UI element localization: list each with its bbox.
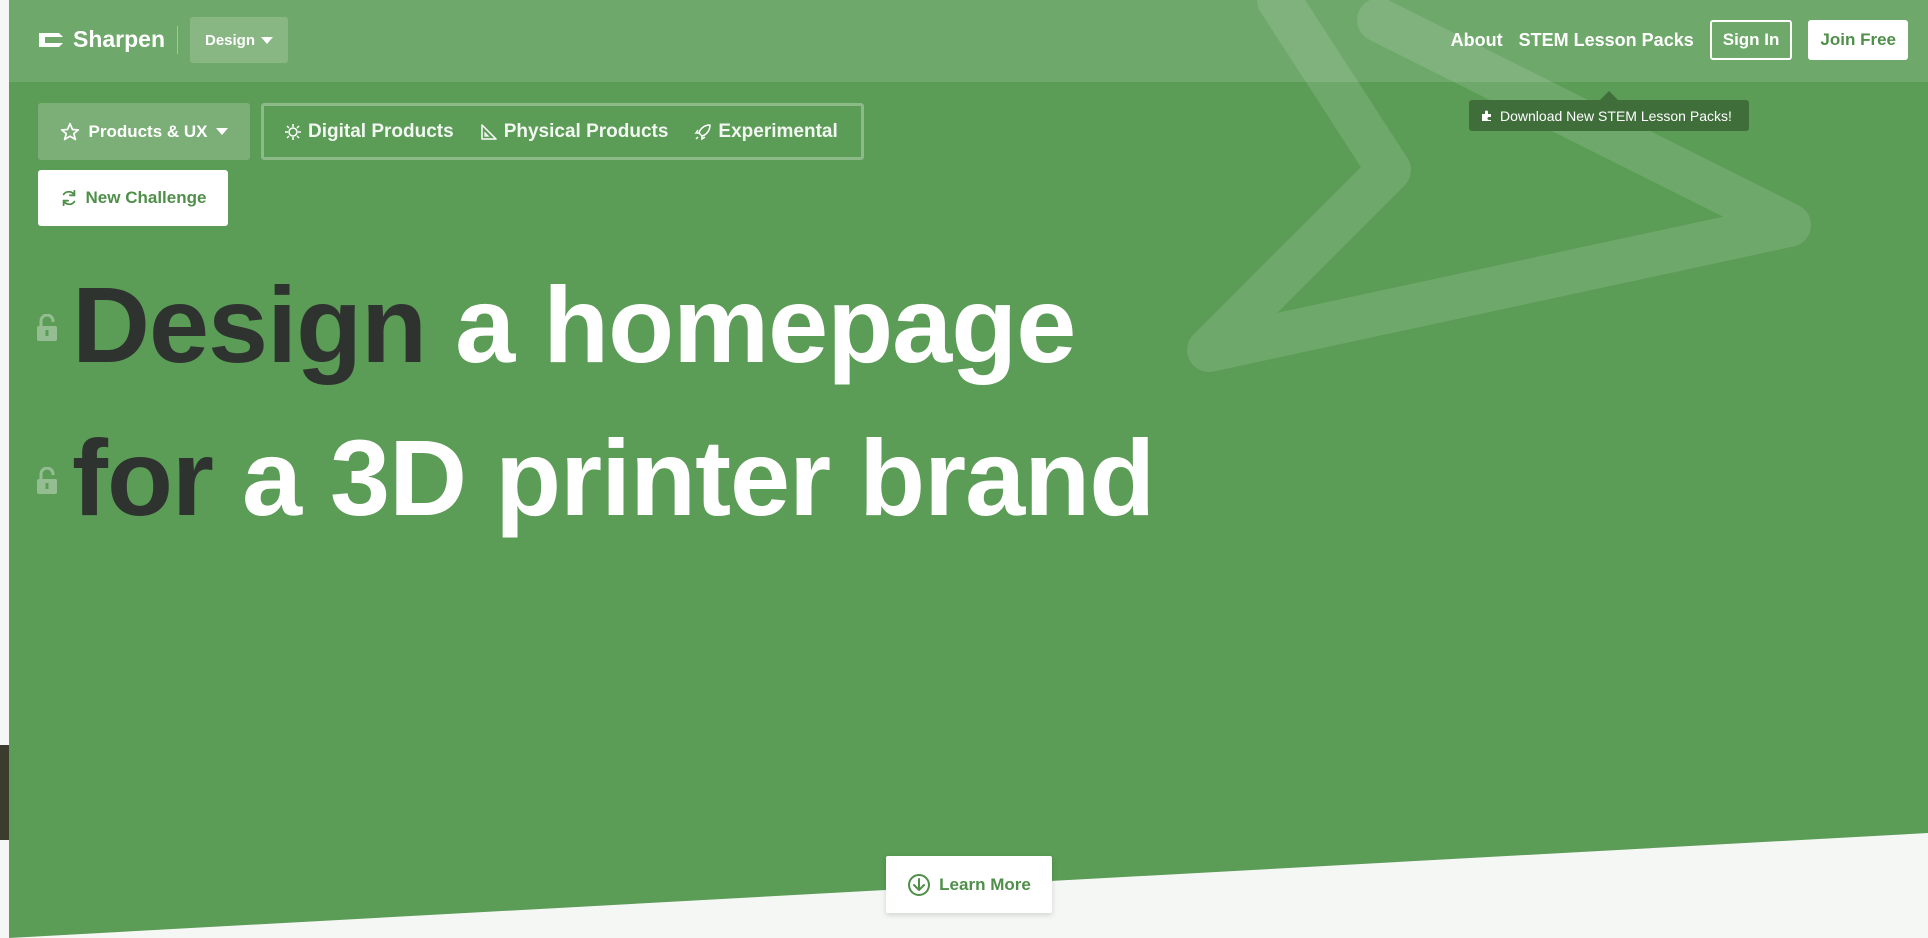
star-icon xyxy=(61,122,80,140)
join-free-button[interactable]: Join Free xyxy=(1808,20,1908,60)
unlock-icon[interactable] xyxy=(36,466,58,495)
tooltip-text: Download New STEM Lesson Packs! xyxy=(1500,107,1732,124)
puzzle-icon xyxy=(1482,110,1491,121)
ruler-triangle-icon xyxy=(480,123,497,140)
products-ux-label: Products & UX xyxy=(88,121,208,141)
brand-logo[interactable]: Sharpen xyxy=(37,26,165,53)
tab-experimental[interactable]: Experimental xyxy=(694,120,838,143)
window-edge-shadow xyxy=(0,745,9,840)
header-nav: About STEM Lesson Packs Sign In Join Fre… xyxy=(1451,20,1908,60)
caret-down-icon xyxy=(215,128,228,135)
subcategory-tabs: Digital Products Physical Products Exper… xyxy=(261,103,864,160)
design-dropdown-label: Design xyxy=(204,31,255,49)
bug-icon xyxy=(285,123,301,140)
tab-physical-products[interactable]: Physical Products xyxy=(480,120,669,143)
refresh-icon xyxy=(62,189,75,207)
window-edge-strip xyxy=(0,0,9,938)
headline-line-1: Design a homepage xyxy=(36,262,1076,387)
headline-connector-word: for xyxy=(72,417,214,538)
learn-more-button[interactable]: Learn More xyxy=(886,856,1052,913)
nav-about-link[interactable]: About xyxy=(1451,30,1503,51)
arrow-down-circle-icon xyxy=(908,873,931,896)
caret-down-icon xyxy=(261,36,273,44)
nav-stem-lesson-packs-link[interactable]: STEM Lesson Packs xyxy=(1519,30,1694,51)
sign-in-button[interactable]: Sign In xyxy=(1709,20,1793,60)
headline-subject: a homepage xyxy=(455,264,1076,385)
learn-more-label: Learn More xyxy=(939,874,1031,894)
tab-digital-products-label: Digital Products xyxy=(308,120,454,142)
brand-name: Sharpen xyxy=(73,26,166,52)
hero-section: Sharpen Design About STEM Lesson Packs S… xyxy=(9,0,1928,938)
new-challenge-label: New Challenge xyxy=(85,188,207,207)
tab-experimental-label: Experimental xyxy=(718,120,838,142)
header-divider xyxy=(177,26,178,54)
products-ux-dropdown[interactable]: Products & UX xyxy=(38,103,250,160)
top-navbar: Sharpen Design About STEM Lesson Packs S… xyxy=(9,0,1928,82)
headline-action-word: Design xyxy=(72,264,427,385)
design-category-dropdown[interactable]: Design xyxy=(190,17,288,63)
tab-physical-products-label: Physical Products xyxy=(503,120,669,142)
rocket-icon xyxy=(695,123,712,140)
headline-client: a 3D printer brand xyxy=(241,417,1155,538)
tab-digital-products[interactable]: Digital Products xyxy=(284,121,454,143)
new-challenge-button[interactable]: New Challenge xyxy=(38,170,228,226)
unlock-icon[interactable] xyxy=(36,313,58,342)
stem-download-tooltip[interactable]: Download New STEM Lesson Packs! xyxy=(1469,91,1749,131)
sharpen-logo-icon xyxy=(39,32,63,47)
headline-line-2: for a 3D printer brand xyxy=(36,415,1155,540)
